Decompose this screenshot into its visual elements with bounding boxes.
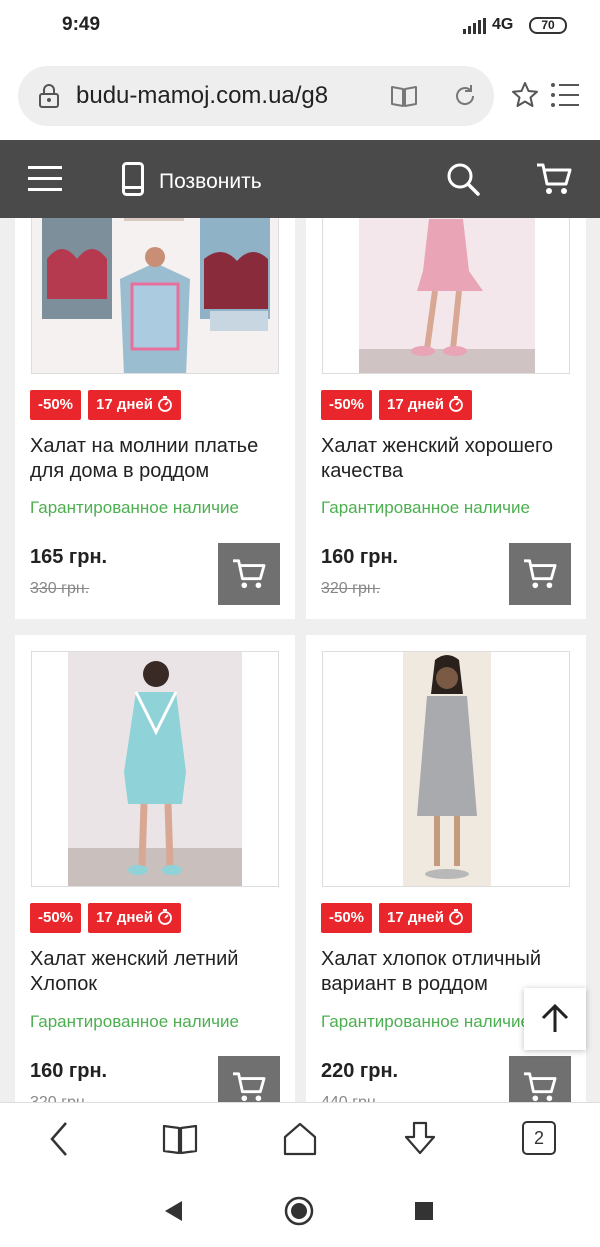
timer-icon [449,909,463,925]
product-price: 160 грн. [321,546,399,568]
signal-icon [463,18,486,34]
days-badge: 17 дней [88,903,181,933]
reader-icon[interactable] [390,83,418,109]
status-time: 9:49 [62,14,101,35]
status-bar: 9:49 4G 70 [0,0,600,52]
product-title[interactable]: Халат на молнии платье для дома в роддом [30,434,290,484]
list-icon[interactable] [550,82,580,108]
menu-icon[interactable] [28,165,62,193]
tabs-button[interactable]: 2 [522,1121,558,1157]
days-badge-label: 17 дней [387,396,444,413]
browser-url-bar: budu-mamoj.com.ua/g8 [0,52,600,140]
browser-toolbar: 2 [0,1102,600,1174]
availability-text: Гарантированное наличие [30,498,239,517]
star-icon[interactable] [510,80,540,110]
book-icon[interactable] [162,1121,198,1157]
product-image[interactable] [322,218,570,374]
url-field[interactable]: budu-mamoj.com.ua/g8 [18,66,494,126]
network-type: 4G [492,16,514,33]
lock-icon [39,84,59,108]
product-old-price: 320 грн. [30,1094,89,1102]
tab-count: 2 [522,1121,556,1155]
product-grid: -50% 17 дней Халат на молнии платье для … [0,218,600,1102]
site-header: Позвонить [0,140,600,218]
product-price: 165 грн. [30,546,108,568]
days-badge: 17 дней [379,390,472,420]
call-link[interactable]: Позвонить [159,170,262,194]
product-title[interactable]: Халат женский летний Хлопок [30,947,290,997]
availability-text: Гарантированное наличие [30,1012,239,1031]
availability-text: Гарантированное наличие [321,498,530,517]
back-icon[interactable] [42,1121,78,1157]
system-nav-bar [0,1174,600,1247]
cart-icon[interactable] [536,162,572,196]
timer-icon [158,396,172,412]
product-old-price: 440 грн. [321,1094,380,1102]
days-badge-label: 17 дней [387,909,444,926]
product-title[interactable]: Халат женский хорошего качества [321,434,581,484]
add-to-cart-button[interactable] [218,543,280,605]
availability-text: Гарантированное наличие [321,1012,530,1031]
add-to-cart-button[interactable] [509,543,571,605]
product-price: 160 грн. [30,1060,108,1082]
discount-badge: -50% [321,390,373,420]
nav-home-icon[interactable] [284,1196,314,1226]
product-old-price: 330 грн. [30,580,90,597]
timer-icon [449,396,463,412]
product-image[interactable] [322,651,570,887]
days-badge: 17 дней [88,390,181,420]
scroll-to-top-button[interactable] [524,988,586,1050]
nav-recents-icon[interactable] [414,1201,434,1221]
cart-icon [524,559,557,589]
home-icon[interactable] [282,1121,318,1157]
product-price: 220 грн. [321,1060,399,1082]
discount-badge: -50% [321,903,373,933]
discount-badge: -50% [30,903,82,933]
arrow-up-icon [541,1003,569,1032]
product-card[interactable]: -50% 17 дней Халат на молнии платье для … [15,218,295,619]
timer-icon [158,909,172,925]
cart-icon [233,1072,266,1102]
days-badge: 17 дней [379,903,472,933]
nav-back-icon[interactable] [162,1199,184,1223]
battery-indicator: 70 [529,17,567,34]
add-to-cart-button[interactable] [218,1056,280,1102]
discount-badge: -50% [30,390,82,420]
cart-icon [524,1072,557,1102]
add-to-cart-button[interactable] [509,1056,571,1102]
product-card[interactable]: -50% 17 дней Халат женский хорошего каче… [306,218,586,619]
url-text[interactable]: budu-mamoj.com.ua/g8 [76,82,376,110]
product-old-price: 320 грн. [321,580,381,597]
product-card[interactable]: -50% 17 дней Халат женский летний Хлопок… [15,635,295,1102]
days-badge-label: 17 дней [96,396,153,413]
product-image[interactable] [31,218,279,374]
search-icon[interactable] [446,162,480,196]
phone-icon[interactable] [122,162,144,196]
cart-icon [233,559,266,589]
reload-icon[interactable] [452,83,478,109]
days-badge-label: 17 дней [96,909,153,926]
product-image[interactable] [31,651,279,887]
download-icon[interactable] [402,1121,438,1157]
